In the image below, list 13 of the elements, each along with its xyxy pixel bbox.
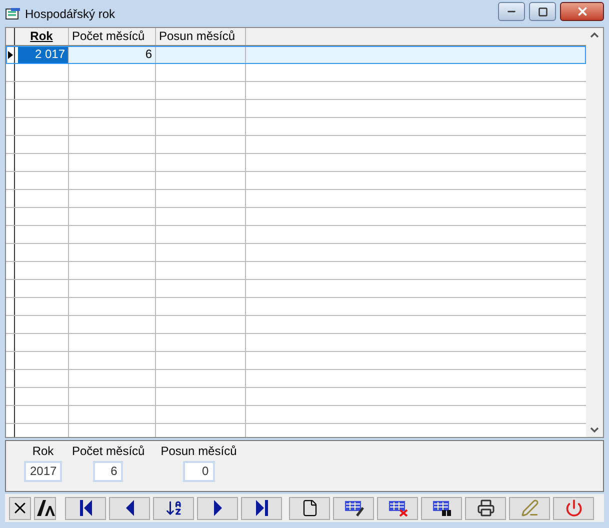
text-field[interactable]: 0 (182, 461, 215, 482)
field-label: Posun měsíců (160, 444, 237, 458)
column-header[interactable]: Počet měsíců (69, 28, 156, 45)
table-row[interactable]: 2 017 6 (6, 46, 586, 64)
field-label: Počet měsíců (72, 444, 145, 458)
table-cell: 6 (69, 46, 156, 64)
table-cell: 2 017 (15, 46, 69, 64)
text-field[interactable]: 2017 (24, 461, 62, 482)
field-label: Rok (32, 444, 54, 458)
window-title: Hospodářský rok (25, 6, 116, 22)
text-field[interactable]: 6 (93, 461, 124, 482)
column-header[interactable]: Posun měsíců (156, 28, 246, 45)
column-header[interactable]: Rok (15, 28, 69, 45)
